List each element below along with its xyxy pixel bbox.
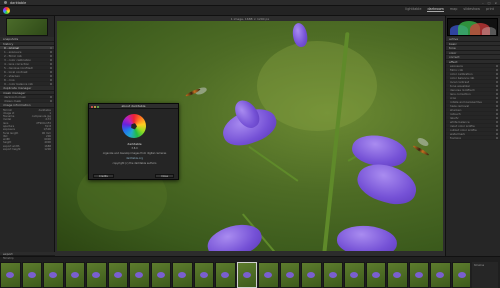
dialog-description: organize and develop images from digital… bbox=[102, 152, 167, 155]
histogram-area bbox=[446, 16, 500, 37]
hoverfly-wing bbox=[416, 136, 430, 148]
bellflower bbox=[204, 219, 265, 251]
timeline-panel[interactable]: timeline bbox=[472, 262, 498, 288]
dialog-title: about darktable bbox=[121, 104, 146, 108]
close-icon[interactable]: × bbox=[494, 1, 497, 5]
filmstrip-thumbnail[interactable] bbox=[86, 262, 107, 288]
dialog-window-buttons bbox=[91, 105, 100, 108]
view-slideshow[interactable]: slideshow bbox=[463, 7, 480, 12]
maximize-icon[interactable] bbox=[97, 105, 100, 108]
filmstrip-thumbnail[interactable] bbox=[236, 262, 257, 288]
filmstrip-thumbnail[interactable] bbox=[344, 262, 365, 288]
darktable-aperture-logo bbox=[122, 114, 146, 138]
minimize-icon[interactable]: – bbox=[482, 1, 484, 5]
filmstrip-thumbnail[interactable] bbox=[451, 262, 470, 288]
bellflower bbox=[352, 157, 422, 211]
navigation-area bbox=[0, 16, 54, 37]
dialog-app-name: darktable bbox=[127, 142, 142, 146]
image-information-list: filmroll darktable image id 1 filename camp… bbox=[0, 108, 54, 153]
filmstrip-thumbnail[interactable] bbox=[279, 262, 300, 288]
filmstrip-thumbnail[interactable] bbox=[258, 262, 279, 288]
view-print[interactable]: print bbox=[486, 7, 494, 12]
about-dialog: about darktable darktable 3.8.0 organize… bbox=[88, 103, 179, 180]
module-framing[interactable]: framing bbox=[446, 136, 500, 140]
histogram[interactable] bbox=[447, 18, 498, 36]
right-panel: active basic tone color correct effect exposur… bbox=[445, 16, 500, 256]
view-switcher: lighttable darkroom map slideshow print bbox=[405, 7, 494, 12]
dialog-version: 3.8.0 bbox=[131, 147, 138, 150]
filmstrip-thumbnail[interactable] bbox=[215, 262, 236, 288]
filmstrip-thumbnail[interactable] bbox=[43, 262, 64, 288]
filmstrip-thumbnail[interactable] bbox=[0, 262, 21, 288]
filmstrip-thumbnail[interactable] bbox=[107, 262, 128, 288]
dialog-titlebar: about darktable bbox=[89, 104, 178, 109]
histogram-luma bbox=[482, 27, 496, 35]
credits-button[interactable]: Credits bbox=[93, 174, 114, 178]
left-panel: snapshots history 0 - original 1 - expos… bbox=[0, 16, 55, 256]
filmstrip-thumbnail[interactable] bbox=[64, 262, 85, 288]
minimize-icon[interactable] bbox=[94, 105, 97, 108]
filmstrip-thumbnail[interactable] bbox=[408, 262, 429, 288]
meta-row: export height 1200 bbox=[3, 148, 51, 152]
hoverfly bbox=[412, 144, 430, 157]
flower-stem bbox=[248, 145, 299, 182]
filmstrip-thumbnail[interactable] bbox=[193, 262, 214, 288]
maximize-icon[interactable]: □ bbox=[488, 1, 491, 5]
navigation-thumbnail[interactable] bbox=[6, 18, 48, 36]
filmstrip-label: filmstrip bbox=[3, 257, 14, 260]
timeline-label: timeline bbox=[474, 264, 485, 267]
close-button[interactable]: Close bbox=[155, 174, 174, 178]
module-list: active basic tone color correct effect exposur… bbox=[446, 37, 500, 140]
dialog-website-link[interactable]: darktable.org bbox=[89, 157, 180, 160]
filmstrip-thumbnail[interactable] bbox=[21, 262, 42, 288]
filmstrip-thumbnail[interactable] bbox=[150, 262, 171, 288]
app-icon bbox=[4, 1, 7, 4]
filmstrip-frames bbox=[0, 262, 470, 288]
filmstrip-thumbnail[interactable] bbox=[365, 262, 386, 288]
history-item[interactable]: 9 - color balance rgb bbox=[0, 82, 54, 86]
bellflower bbox=[335, 223, 399, 251]
close-icon[interactable] bbox=[91, 105, 93, 108]
filmstrip-thumbnail[interactable] bbox=[322, 262, 343, 288]
mask-item[interactable]: drawn mask bbox=[0, 99, 54, 103]
view-darkroom[interactable]: darkroom bbox=[427, 7, 444, 12]
filmstrip-thumbnail[interactable] bbox=[172, 262, 193, 288]
dialog-copyright: copyright (c) the darktable authors bbox=[112, 162, 157, 165]
filmstrip-thumbnail[interactable] bbox=[430, 262, 451, 288]
window-title: darktable bbox=[10, 0, 27, 5]
view-map[interactable]: map bbox=[450, 7, 458, 12]
filmstrip-thumbnail[interactable] bbox=[129, 262, 150, 288]
filmstrip: filmstrip timeline bbox=[0, 256, 500, 288]
filmstrip-thumbnail[interactable] bbox=[301, 262, 322, 288]
view-lighttable[interactable]: lighttable bbox=[405, 7, 421, 12]
filmstrip-thumbnail[interactable] bbox=[387, 262, 408, 288]
darktable-logo bbox=[3, 7, 10, 14]
